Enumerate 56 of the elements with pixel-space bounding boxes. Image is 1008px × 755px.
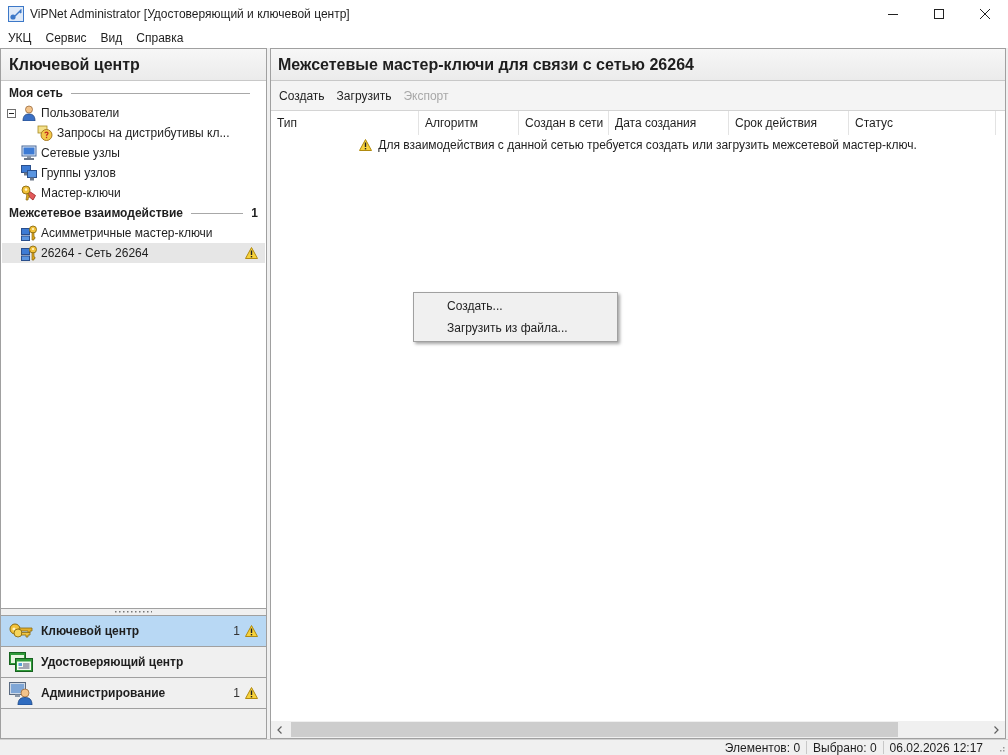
section-title: Моя сеть [9,85,63,102]
tree-item[interactable]: Запросы на дистрибутивы кл... [2,123,265,143]
minimize-icon [888,13,898,15]
status-text: Элементов: 0 [724,739,801,755]
nav-count: 1 [233,623,240,640]
collapse-icon[interactable] [7,108,16,118]
window-title: ViPNet Administrator [Удостоверяющий и ключевой центр] [30,6,350,23]
status-text: Выбрано: 0 [813,739,877,755]
menu-item[interactable]: Справка [129,28,191,48]
monitors-icon [21,165,37,181]
certificate-icon [9,652,33,672]
panel-title: Межсетевые мастер-ключи для связи с сетью 26264 [278,54,694,75]
section-title: Межсетевое взаимодействие [9,205,183,222]
panel-title: Ключевой центр [9,54,140,75]
scrollbar-thumb[interactable] [291,722,898,737]
column-header[interactable]: Тип [271,111,419,135]
nav-item[interactable]: Удостоверяющий центр [1,646,266,677]
menu-item[interactable]: Сервис [38,28,94,48]
app-key-icon [8,6,24,22]
tree-item[interactable]: Группы узлов [2,163,265,183]
context-menu-item[interactable]: Создать... [414,295,617,317]
seal-icon [37,125,53,141]
maximize-icon [934,9,944,19]
tree-item[interactable]: 26264 - Сеть 26264 [2,243,265,263]
column-header[interactable]: Создан в сети [519,111,609,135]
horizontal-scrollbar[interactable] [271,721,1005,738]
toolbar-button[interactable]: Создать [273,83,331,108]
empty-message: Для взаимодействия с данной сетью требуется создать или загрузить межсетевой мастер-ключ. [378,137,917,154]
scroll-right-icon[interactable] [994,725,999,734]
column-header[interactable]: Срок действия [729,111,849,135]
key-icon [21,185,37,201]
nav-item[interactable]: Ключевой центр 1 [1,615,266,646]
column-header[interactable]: Статус [849,111,996,135]
warning-icon [359,139,373,151]
column-header[interactable]: Дата создания [609,111,729,135]
person-icon [21,105,37,121]
column-header[interactable]: Алгоритм [419,111,519,135]
toolbar-button[interactable]: Загрузить [330,83,398,108]
tree-item[interactable]: Сетевые узлы [2,143,265,163]
monitor-key-icon [21,225,37,241]
scroll-left-icon[interactable] [277,725,282,734]
status-text: 06.02.2026 12:17 [889,739,983,755]
close-icon [980,9,990,19]
monitor-key-icon [21,245,37,261]
menu-item[interactable]: УКЦ [1,28,39,48]
tree-item[interactable]: Пользователи [2,103,265,123]
monitor-person-icon [9,681,33,705]
section-count: 1 [251,205,258,222]
monitor-icon [21,145,37,161]
nav-item[interactable]: Администрирование 1 [1,677,266,708]
keys-icon [9,623,33,639]
tree-item[interactable]: Асимметричные мастер-ключи [2,223,265,243]
context-menu-item[interactable]: Загрузить из файла... [414,317,617,339]
nav-count: 1 [233,685,240,702]
tree-item[interactable]: Мастер-ключи [2,183,265,203]
menu-item[interactable]: Вид [93,28,130,48]
